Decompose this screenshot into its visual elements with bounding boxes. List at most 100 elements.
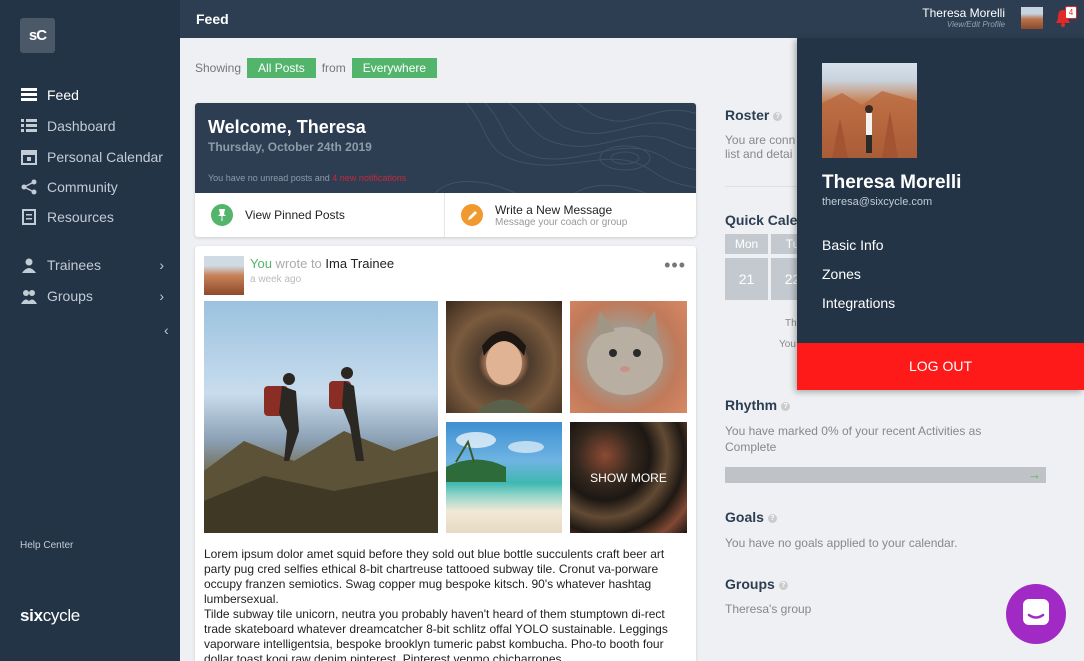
log-out-button[interactable]: LOG OUT: [797, 343, 1084, 390]
post-author[interactable]: You: [250, 256, 272, 271]
post-photo-hikers[interactable]: [204, 301, 438, 533]
sidebar-item-feed[interactable]: Feed: [0, 81, 180, 109]
post-action: wrote to: [271, 256, 326, 271]
collapse-sidebar-icon[interactable]: ‹: [164, 322, 169, 338]
app-root: sC Feed Dashboard Personal Calendar Comm…: [0, 0, 1084, 661]
feed-icon: [20, 87, 37, 104]
welcome-card: Welcome, Theresa Thursday, October 24th …: [195, 103, 696, 237]
rhythm-title-text: Rhythm: [725, 397, 778, 413]
write-message-button[interactable]: Write a New Message Message your coach o…: [446, 193, 696, 237]
arrow-right-icon: →: [1028, 467, 1041, 482]
sidebar-item-label: Personal Calendar: [47, 149, 163, 165]
post-timestamp: a week ago: [250, 274, 302, 285]
sidebar-item-dashboard[interactable]: Dashboard: [0, 112, 180, 140]
feed-filter: Showing All Posts from Everywhere: [195, 58, 438, 78]
basic-info-link[interactable]: Basic Info: [822, 237, 883, 253]
app-logo[interactable]: sC: [20, 18, 55, 53]
avatar[interactable]: [1021, 7, 1043, 29]
profile-email: theresa@sixcycle.com: [822, 196, 933, 208]
avatar[interactable]: [204, 256, 244, 295]
view-pinned-posts-button[interactable]: View Pinned Posts: [195, 193, 445, 237]
roster-text: You are conn list and detai: [725, 132, 795, 162]
sidebar-item-groups[interactable]: Groups ›: [0, 282, 180, 310]
integrations-link[interactable]: Integrations: [822, 295, 895, 311]
roster-text-line: list and detai: [725, 147, 793, 161]
filter-where-select[interactable]: Everywhere: [351, 58, 438, 78]
help-icon[interactable]: ?: [767, 513, 777, 523]
quick-calendar-title: Quick Cale: [725, 212, 798, 228]
groups-text[interactable]: Theresa's group: [725, 601, 811, 617]
user-name[interactable]: Theresa Morelli: [922, 6, 1005, 20]
post-photo-tacos[interactable]: SHOW MORE: [570, 422, 687, 533]
post-more-icon[interactable]: •••: [664, 255, 686, 276]
page-title: Feed: [196, 11, 229, 27]
profile-name: Theresa Morelli: [822, 172, 962, 193]
sidebar-item-resources[interactable]: Resources: [0, 203, 180, 231]
post-recipient[interactable]: Ima Trainee: [325, 256, 394, 271]
goals-text: You have no goals applied to your calend…: [725, 536, 958, 550]
post-header: You wrote to Ima Trainee: [250, 256, 394, 271]
calendar-day-header: Mon: [725, 234, 768, 254]
calendar-note: Th: [785, 318, 797, 329]
sidebar-item-community[interactable]: Community: [0, 173, 180, 201]
write-label: Write a New Message: [495, 202, 613, 217]
sidebar-item-personal-calendar[interactable]: Personal Calendar: [0, 143, 180, 171]
calendar-day-cell[interactable]: 21: [725, 258, 768, 300]
view-edit-profile-link[interactable]: View/Edit Profile: [947, 20, 1005, 29]
filter-posts-select[interactable]: All Posts: [247, 58, 316, 78]
chat-icon: [1021, 597, 1051, 632]
profile-photo[interactable]: [822, 63, 917, 158]
feed-post: You wrote to Ima Trainee a week ago •••: [195, 246, 696, 661]
sidebar-item-label: Community: [47, 179, 118, 195]
welcome-unread-text: You have no unread posts and 4 new notif…: [208, 173, 406, 183]
roster-title: Roster?: [725, 107, 783, 123]
chevron-right-icon: ›: [159, 288, 164, 304]
notifications-link[interactable]: 4 new notifications: [332, 173, 406, 183]
brand-cycle: cycle: [42, 606, 81, 625]
brand-logo: sixcycle: [20, 606, 80, 626]
welcome-date: Thursday, October 24th 2019: [208, 140, 372, 154]
sidebar-item-label: Dashboard: [47, 118, 116, 134]
help-icon[interactable]: ?: [781, 401, 791, 411]
community-icon: [20, 179, 37, 196]
resources-icon: [20, 209, 37, 226]
help-center-link[interactable]: Help Center: [20, 540, 73, 551]
chat-launcher-button[interactable]: [1006, 584, 1066, 644]
post-photo-kitten[interactable]: [570, 301, 687, 413]
help-icon[interactable]: ?: [778, 580, 788, 590]
sidebar-item-trainees[interactable]: Trainees ›: [0, 251, 180, 279]
sidebar-item-label: Feed: [47, 87, 79, 103]
write-sublabel: Message your coach or group: [495, 216, 628, 228]
groups-icon: [20, 288, 37, 305]
welcome-banner: Welcome, Theresa Thursday, October 24th …: [195, 103, 696, 193]
zones-link[interactable]: Zones: [822, 266, 861, 282]
dashboard-icon: [20, 118, 37, 135]
rhythm-progress-bar[interactable]: →: [725, 467, 1046, 483]
groups-title-text: Groups: [725, 576, 775, 592]
groups-title: Groups?: [725, 576, 788, 592]
profile-dropdown: Theresa Morelli theresa@sixcycle.com Bas…: [797, 38, 1084, 390]
pencil-icon: [461, 204, 483, 226]
filter-from-label: from: [321, 61, 346, 75]
pin-icon: [211, 204, 233, 226]
goals-title: Goals?: [725, 509, 777, 525]
unread-text: You have no unread posts and: [208, 173, 330, 183]
trainees-icon: [20, 257, 37, 274]
post-photo-beach[interactable]: [446, 422, 562, 533]
rhythm-text: You have marked 0% of your recent Activi…: [725, 424, 982, 454]
show-more-overlay[interactable]: SHOW MORE: [570, 422, 687, 533]
help-icon[interactable]: ?: [773, 111, 783, 121]
sidebar: sC Feed Dashboard Personal Calendar Comm…: [0, 0, 180, 661]
calendar-icon: [20, 149, 37, 166]
filter-showing-label: Showing: [195, 61, 242, 75]
pinned-label: View Pinned Posts: [245, 208, 345, 222]
calendar-note: You: [779, 339, 796, 350]
goals-title-text: Goals: [725, 509, 764, 525]
post-body: Lorem ipsum dolor amet squid before they…: [204, 547, 668, 661]
sidebar-item-label: Groups: [47, 288, 93, 304]
rhythm-title: Rhythm?: [725, 397, 791, 413]
notification-badge: 4: [1065, 6, 1077, 19]
post-photo-woman[interactable]: [446, 301, 562, 413]
roster-title-text: Roster: [725, 107, 770, 123]
sidebar-item-label: Trainees: [47, 257, 101, 273]
